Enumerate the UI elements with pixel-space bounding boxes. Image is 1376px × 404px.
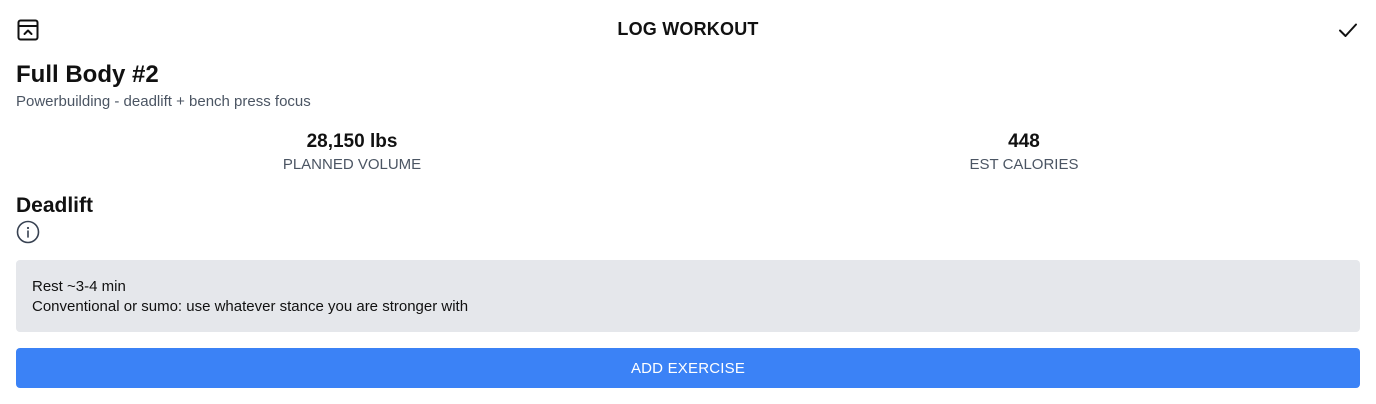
add-exercise-button[interactable]: ADD EXERCISE (16, 348, 1360, 388)
exercise-notes: Rest ~3-4 min Conventional or sumo: use … (16, 260, 1360, 332)
stat-planned-volume: 28,150 lbs PLANNED VOLUME (16, 130, 688, 180)
page-title: LOG WORKOUT (617, 19, 759, 39)
info-icon[interactable] (16, 220, 40, 244)
workout-title: Full Body #2 (16, 61, 159, 88)
check-icon-graphic (1339, 23, 1357, 37)
stat-label: EST CALORIES (969, 156, 1079, 173)
check-icon[interactable] (1336, 18, 1360, 42)
header: LOG WORKOUT (0, 0, 1376, 60)
stat-est-calories: 448 EST CALORIES (688, 130, 1360, 180)
note-line: Conventional or sumo: use whatever stanc… (32, 298, 469, 315)
stat-value: 448 (1008, 131, 1040, 152)
log-workout-screen: LOG WORKOUT Full Body #2 Powerbuilding -… (0, 0, 1376, 404)
exercise-name: Deadlift (16, 194, 94, 217)
workout-stats: 28,150 lbs PLANNED VOLUME 448 EST CALORI… (16, 130, 1360, 180)
stat-value: 28,150 lbs (306, 131, 398, 152)
stat-label: PLANNED VOLUME (282, 156, 422, 173)
note-line: Rest ~3-4 min (32, 278, 126, 295)
info-icon-graphic (16, 220, 40, 244)
workout-subtitle: Powerbuilding - deadlift + bench press f… (16, 93, 311, 110)
